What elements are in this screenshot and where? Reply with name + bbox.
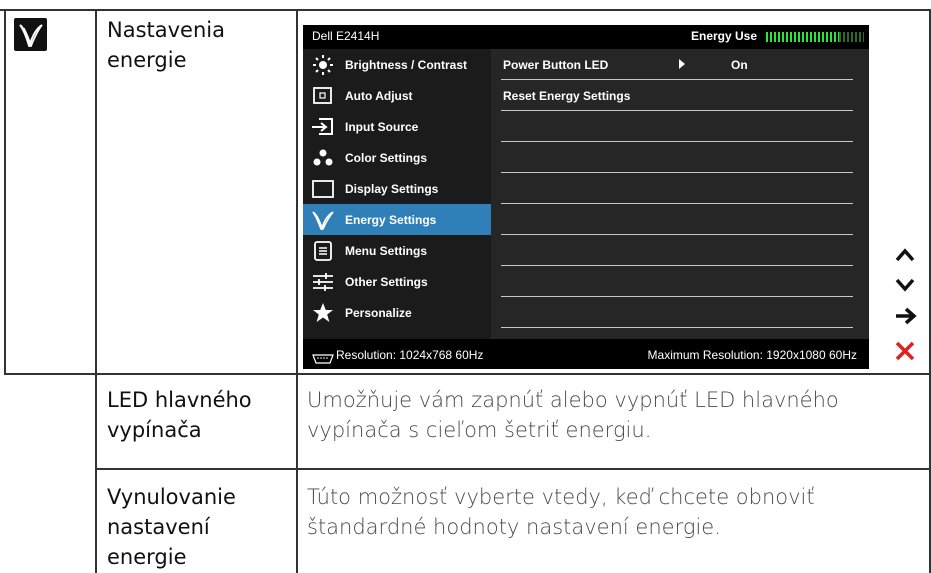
menu-item-menu-settings[interactable]: Menu Settings [303,235,491,266]
osd-menu: Dell E2414H Energy Use Brightness / Cont… [303,25,869,369]
row-divider-1 [4,373,931,375]
row-desc-led: Umožňuje vám zapnúť alebo vypnúť LED hla… [307,385,839,445]
submenu-item-reset-energy-settings[interactable]: Reset Energy Settings [501,80,853,111]
menu-item-label: Color Settings [345,151,428,165]
menu-settings-icon [311,240,335,262]
row-title-energy-line2: energie [107,48,187,72]
other-settings-icon [311,271,335,293]
submenu-item-label: Power Button LED [503,58,609,72]
submenu-empty-row [501,235,853,266]
row-title-reset-line1: Vynulovanie [107,485,236,509]
row-divider-2 [95,468,931,470]
row-title-led: LED hlavného vypínača [107,385,252,445]
energy-use-label: Energy Use [691,29,758,43]
row-title-energy-line1: Nastavenia [107,18,225,42]
input-source-icon [311,116,335,138]
energy-settings-icon [14,18,47,51]
row-desc-led-line2: vypínača s cieľom šetriť energiu. [307,418,652,442]
row-title-led-line1: LED hlavného [107,388,252,412]
row-desc-reset: Túto možnosť vyberte vtedy, keď chcete o… [307,482,815,542]
osd-header: Dell E2414H Energy Use [303,25,869,49]
submenu-item-power-button-led[interactable]: Power Button LED On [501,49,853,80]
menu-item-other-settings[interactable]: Other Settings [303,266,491,297]
row-title-reset-line2: nastavení [107,515,210,539]
submenu-empty-row [501,173,853,204]
row-desc-reset-line2: štandardné hodnoty nastavení energie. [307,515,721,539]
auto-adjust-icon [311,85,335,107]
table-left-border [4,9,6,374]
menu-item-label: Display Settings [345,182,439,196]
menu-item-label: Auto Adjust [345,89,413,103]
display-settings-icon [311,178,335,200]
menu-item-label: Brightness / Contrast [345,58,468,72]
brightness-icon [311,54,335,76]
menu-item-label: Menu Settings [345,244,428,258]
row-desc-reset-line1: Túto možnosť vyberte vtedy, keď chcete o… [307,485,815,509]
energy-settings-icon [311,209,335,231]
maximum-resolution: Maximum Resolution: 1920x1080 60Hz [647,348,857,362]
vga-connector-icon [312,349,334,368]
down-arrow-icon[interactable] [890,270,920,300]
menu-item-label: Input Source [345,120,419,134]
row-title-led-line2: vypínača [107,418,202,442]
submenu-empty-row [501,142,853,173]
osd-submenu: Power Button LED On Reset Energy Setting… [491,49,869,339]
close-icon[interactable] [890,336,920,366]
star-icon [311,302,335,324]
current-resolution: Resolution: 1024x768 60Hz [336,348,484,362]
submenu-item-value: On [731,58,748,72]
menu-item-label: Personalize [345,306,412,320]
row-title-energy: Nastavenia energie [107,15,225,75]
arrow-right-icon [679,59,685,69]
menu-item-label: Energy Settings [345,213,437,227]
menu-item-display-settings[interactable]: Display Settings [303,173,491,204]
osd-model-name: Dell E2414H [312,29,380,43]
submenu-empty-row [501,204,853,235]
osd-main-menu: Brightness / Contrast Auto Adjust Input … [303,49,491,328]
menu-item-energy-settings[interactable]: Energy Settings [303,204,491,235]
submenu-empty-row [501,111,853,142]
table-top-border [0,9,931,11]
menu-item-brightness-contrast[interactable]: Brightness / Contrast [303,49,491,80]
osd-footer: Resolution: 1024x768 60Hz Maximum Resolu… [303,339,869,369]
submenu-item-label: Reset Energy Settings [503,89,631,103]
energy-use-bar [766,32,864,42]
menu-item-auto-adjust[interactable]: Auto Adjust [303,80,491,111]
row-title-reset: Vynulovanie nastavení energie [107,482,236,572]
menu-item-input-source[interactable]: Input Source [303,111,491,142]
up-arrow-icon[interactable] [890,240,920,270]
right-arrow-icon[interactable] [890,301,920,331]
submenu-empty-row [501,266,853,297]
color-settings-icon [311,147,335,169]
row-desc-led-line1: Umožňuje vám zapnúť alebo vypnúť LED hla… [307,388,839,412]
submenu-empty-row [501,297,853,328]
menu-item-color-settings[interactable]: Color Settings [303,142,491,173]
row-title-reset-line3: energie [107,545,187,569]
menu-item-label: Other Settings [345,275,428,289]
menu-item-personalize[interactable]: Personalize [303,297,491,328]
table-col2-border [296,9,298,573]
table-col1-border [95,9,97,573]
